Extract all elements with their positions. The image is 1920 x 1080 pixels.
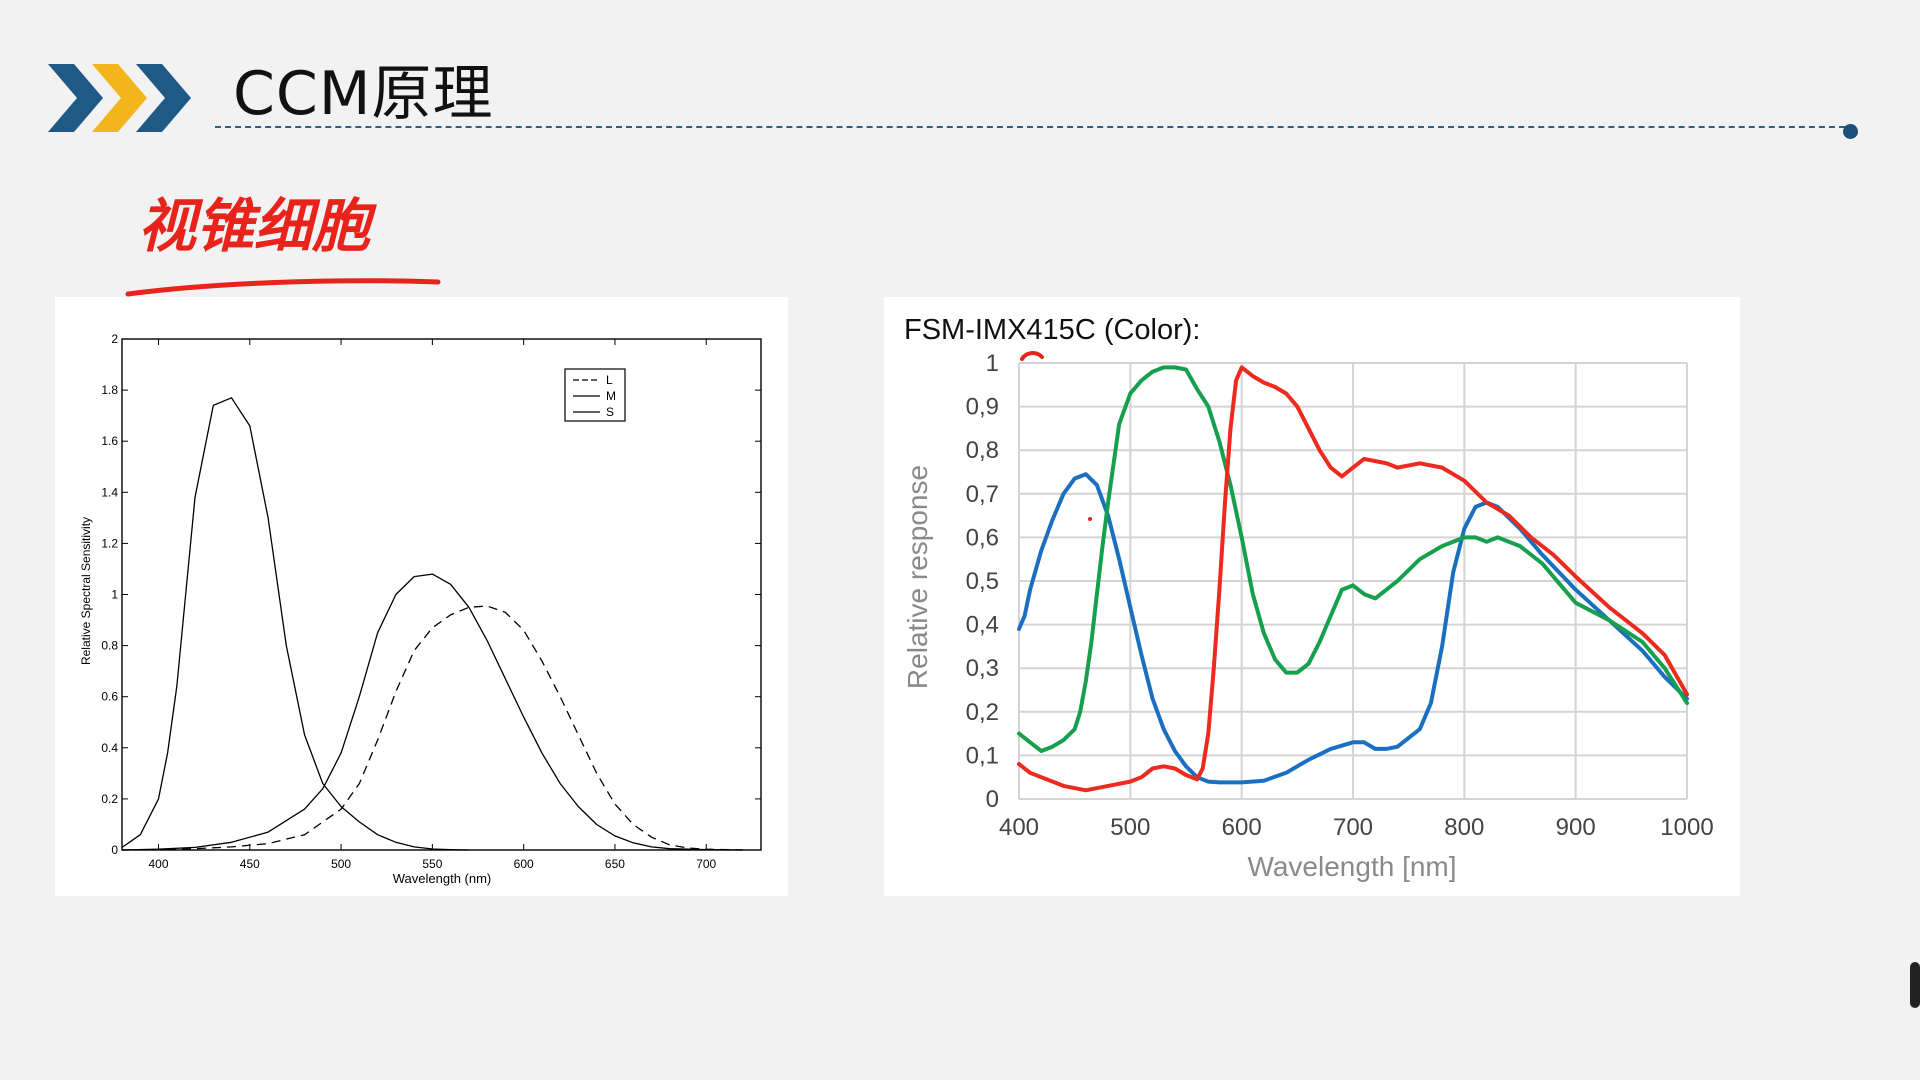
y-tick-label: 0,6 bbox=[966, 524, 999, 551]
divider-end-dot bbox=[1843, 124, 1858, 139]
handwritten-annotation: 视锥细胞 bbox=[125, 192, 441, 297]
chart-right-xlabel: Wavelength [nm] bbox=[1247, 851, 1456, 882]
x-tick-label: 650 bbox=[605, 857, 625, 871]
chart-left-legend: L M S bbox=[564, 368, 626, 422]
legend-label-L: L bbox=[606, 373, 613, 387]
y-tick-label: 1.2 bbox=[101, 536, 118, 550]
x-tick-label: 500 bbox=[1110, 814, 1150, 841]
x-tick-label: 600 bbox=[1222, 814, 1262, 841]
y-tick-label: 0.2 bbox=[101, 792, 118, 806]
x-tick-label: 450 bbox=[240, 857, 260, 871]
cone-sensitivity-panel: 400 450 500 550 600 650 700 0 0.2 0.4 0.6 0.8 1 1.2 1.… bbox=[55, 297, 788, 896]
y-tick-label: 1.6 bbox=[101, 434, 118, 448]
red-pen-dot bbox=[1088, 517, 1092, 521]
y-tick-label: 0 bbox=[986, 786, 999, 813]
y-tick-label: 0.4 bbox=[101, 741, 118, 755]
sensor-response-panel: FSM-IMX415C (Color): 400 500 600 700 800 900 1… bbox=[884, 297, 1740, 896]
series-line-M bbox=[121, 573, 743, 851]
chevron-1 bbox=[48, 64, 103, 132]
y-tick-label: 0,5 bbox=[966, 568, 999, 595]
y-tick-label: 0,7 bbox=[966, 481, 999, 508]
x-tick-label: 550 bbox=[422, 857, 442, 871]
legend-label-M: M bbox=[606, 389, 616, 403]
x-tick-label: 400 bbox=[999, 814, 1039, 841]
red-pen-mark bbox=[1020, 351, 1044, 361]
x-tick-label: 700 bbox=[1333, 814, 1373, 841]
scroll-handle[interactable] bbox=[1910, 962, 1920, 1008]
legend-label-S: S bbox=[606, 405, 614, 419]
x-tick-label: 400 bbox=[148, 857, 168, 871]
annotation-underline bbox=[125, 278, 441, 297]
y-tick-label: 0,4 bbox=[966, 612, 999, 639]
chart-left-frame bbox=[121, 338, 762, 851]
y-tick-label: 0.6 bbox=[101, 690, 118, 704]
chevron-arrows-icon bbox=[48, 64, 191, 132]
y-tick-label: 0,8 bbox=[966, 437, 999, 464]
x-tick-label: 1000 bbox=[1660, 814, 1713, 841]
chart-right-title: FSM-IMX415C (Color): bbox=[904, 314, 1201, 346]
series-line-S bbox=[121, 397, 469, 851]
y-tick-label: 1 bbox=[986, 350, 999, 377]
y-tick-label: 1.8 bbox=[101, 383, 118, 397]
y-tick-label: 0 bbox=[111, 843, 118, 857]
cone-sensitivity-chart: 400 450 500 550 600 650 700 0 0.2 0.4 0.6 0.8 1 1.2 1.… bbox=[79, 332, 762, 886]
y-tick-label: 2 bbox=[111, 332, 118, 346]
series-line-L bbox=[121, 605, 743, 851]
title-divider bbox=[215, 126, 1845, 128]
chart-left-ylabel: Relative Spectral Sensitivity bbox=[79, 517, 93, 665]
chart-right-ylabel: Relative response bbox=[902, 465, 933, 689]
y-tick-label: 0,2 bbox=[966, 699, 999, 726]
sensor-response-chart: FSM-IMX415C (Color): 400 500 600 700 800 900 1… bbox=[902, 314, 1714, 882]
x-tick-label: 700 bbox=[696, 857, 716, 871]
x-tick-label: 600 bbox=[514, 857, 534, 871]
y-tick-label: 0.8 bbox=[101, 639, 118, 653]
y-tick-label: 0,3 bbox=[966, 655, 999, 682]
y-tick-label: 0,1 bbox=[966, 742, 999, 769]
y-tick-label: 0,9 bbox=[966, 394, 999, 421]
slide-title: CCM原理 bbox=[233, 59, 494, 129]
x-tick-label: 800 bbox=[1444, 814, 1484, 841]
y-tick-label: 1 bbox=[111, 588, 118, 602]
annotation-text: 视锥细胞 bbox=[138, 192, 377, 260]
x-tick-label: 500 bbox=[331, 857, 351, 871]
chart-left-xlabel: Wavelength (nm) bbox=[393, 871, 492, 886]
y-tick-label: 1.4 bbox=[101, 485, 118, 499]
x-tick-label: 900 bbox=[1556, 814, 1596, 841]
